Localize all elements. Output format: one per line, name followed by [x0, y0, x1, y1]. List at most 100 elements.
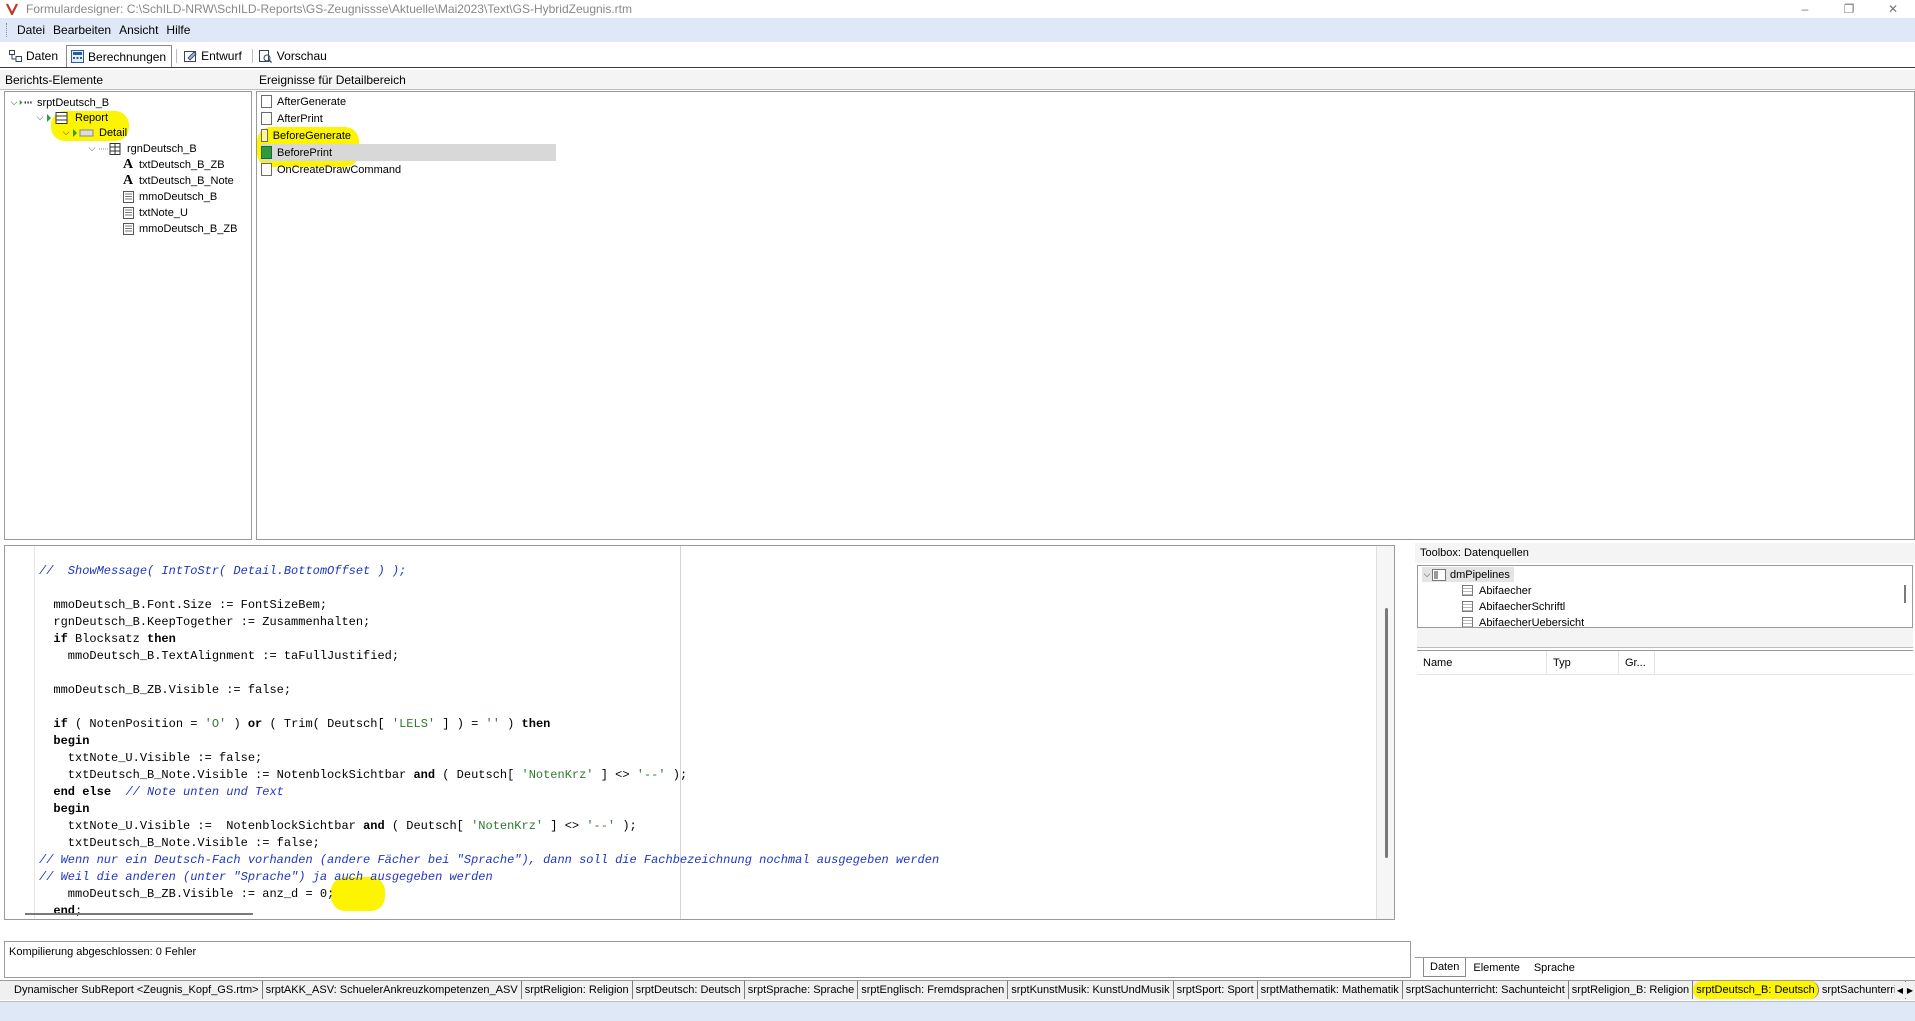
code-line: mmoDeutsch_B.Font.Size := FontSizeBem; [39, 598, 328, 612]
datasource-root[interactable]: ⌵ dmPipelines [1422, 567, 1514, 582]
column-header-name[interactable]: Name [1417, 651, 1547, 675]
event-label: BeforeGenerate [272, 129, 351, 142]
datasource-item-label: AbifaecherSchriftl [1479, 600, 1566, 613]
menu-ansicht[interactable]: Ansicht [115, 18, 162, 42]
chevron-down-icon[interactable]: ⌵ [1422, 569, 1432, 580]
datasource-item-label: AbifaecherUebersicht [1479, 616, 1585, 628]
tree-item-txtDeutsch_B_Note[interactable]: A txtDeutsch_B_Note [121, 173, 234, 188]
code-line: begin [53, 802, 90, 816]
column-header-groesse[interactable]: Gr... [1619, 651, 1655, 675]
datasource-item[interactable]: AbifaecherUebersicht [1462, 615, 1585, 628]
table-icon [1462, 601, 1473, 612]
subreport-tab[interactable]: Dynamischer SubReport <Zeugnis_Kopf_GS.r… [0, 981, 263, 999]
tab-separator [176, 49, 178, 63]
toolbox-tab-sprache[interactable]: Sprache [1527, 958, 1582, 978]
minimize-button[interactable]: – [1783, 0, 1827, 18]
events-panel-header: Ereignisse für Detailbereich [254, 70, 1915, 90]
code-horizontal-scrollbar[interactable] [25, 911, 1375, 917]
subreport-tab[interactable]: srptReligion_B: Religion [1569, 981, 1694, 999]
scrollbar-thumb[interactable] [1385, 608, 1388, 858]
subreport-tab[interactable]: srptSport: Sport [1174, 981, 1258, 999]
event-label: BeforePrint [277, 146, 333, 159]
region-icon [97, 142, 123, 155]
tab-entwurf-label: Entwurf [201, 49, 242, 63]
tree-item-label: mmoDeutsch_B [139, 190, 218, 203]
chevron-down-icon[interactable]: ⌵ [87, 143, 97, 154]
tree-item-detail[interactable]: ⌵ Detail [61, 125, 128, 140]
subreport-tab-active[interactable]: srptDeutsch_B: Deutsch [1693, 981, 1819, 999]
report-elements-tree: ⌵ srptDeutsch_B ⌵ Report ⌵ Detail ⌵ rgnD… [4, 91, 252, 540]
toolbox-tab-daten[interactable]: Daten [1423, 958, 1467, 977]
maximize-button[interactable]: ❐ [1827, 0, 1871, 18]
scrollbar-thumb[interactable] [1904, 585, 1906, 603]
event-item-beforeprint[interactable]: BeforePrint [261, 144, 556, 161]
scrollbar-thumb[interactable] [25, 913, 253, 915]
menu-bar: Datei Bearbeiten Ansicht Hilfe [0, 18, 1915, 42]
editor-gutter [5, 546, 35, 919]
tree-panel-header: Berichts-Elemente [0, 70, 254, 90]
event-item-beforegenerate[interactable]: BeforeGenerate [261, 127, 351, 144]
subreport-tab[interactable]: srptEnglisch: Fremdsprachen [858, 981, 1009, 999]
subreport-tab[interactable]: srptMathematik: Mathematik [1258, 981, 1403, 999]
data-icon [8, 49, 22, 63]
tab-vorschau[interactable]: Vorschau [255, 45, 333, 67]
status-bar [0, 1001, 1915, 1021]
toolbox-splitter[interactable] [1417, 628, 1913, 648]
code-line: txtDeutsch_B_Note.Visible := false; [39, 836, 320, 850]
event-doc-icon [261, 112, 272, 125]
toolbox-tabs: Daten Elemente Sprache [1415, 957, 1915, 979]
datasource-tree: ⌵ dmPipelines Abifaecher AbifaecherSchri… [1417, 565, 1913, 628]
toolbox-tab-elemente[interactable]: Elemente [1466, 958, 1526, 978]
event-doc-icon [261, 95, 272, 108]
tree-item-srptDeutsch_B[interactable]: ⌵ srptDeutsch_B [9, 95, 110, 110]
close-button[interactable]: ✕ [1871, 0, 1915, 18]
tab-berechnungen[interactable]: Berechnungen [66, 45, 173, 67]
event-item-aftergenerate[interactable]: AfterGenerate [261, 93, 556, 110]
tree-item-label: txtNote_U [139, 206, 188, 219]
event-item-afterprint[interactable]: AfterPrint [261, 110, 556, 127]
band-icon [71, 126, 95, 139]
chevron-down-icon[interactable]: ⌵ [35, 112, 45, 123]
memo-icon [121, 206, 135, 219]
datasource-item[interactable]: AbifaecherSchriftl [1462, 599, 1565, 614]
tree-item-report[interactable]: ⌵ Report [35, 110, 108, 125]
title-bar: Formulardesigner: C:\SchILD-NRW\SchILD-R… [0, 0, 1915, 18]
menu-datei[interactable]: Datei [13, 18, 49, 42]
code-line: // Wenn nur ein Deutsch-Fach vorhanden (… [39, 853, 940, 867]
tree-item-txtDeutsch_B_ZB[interactable]: A txtDeutsch_B_ZB [121, 157, 225, 172]
event-doc-icon [261, 163, 272, 176]
code-line: if Blocksatz then [53, 632, 176, 646]
design-icon [183, 49, 197, 63]
main-tab-bar: Daten Berechnungen Entwurf Vorschau [0, 44, 1915, 68]
subreport-tab[interactable]: srptSprache: Sprache [745, 981, 859, 999]
code-line: txtNote_U.Visible := false; [39, 751, 263, 765]
event-label: OnCreateDrawCommand [277, 163, 402, 176]
chevron-down-icon[interactable]: ⌵ [61, 127, 71, 138]
code-line: // ShowMessage( IntToStr( Detail.BottomO… [39, 564, 407, 578]
memo-icon [121, 222, 135, 235]
column-header-typ[interactable]: Typ [1547, 651, 1619, 675]
datasource-item[interactable]: Abifaecher [1462, 583, 1532, 598]
menu-bearbeiten[interactable]: Bearbeiten [49, 18, 115, 42]
subreport-tab[interactable]: srptKunstMusik: KunstUndMusik [1008, 981, 1174, 999]
tab-entwurf[interactable]: Entwurf [179, 45, 248, 67]
subreport-tab[interactable]: srptSachunterric [1819, 981, 1906, 999]
subreport-tab[interactable]: srptDeutsch: Deutsch [633, 981, 745, 999]
subreport-tab[interactable]: srptAKK_ASV: SchuelerAnkreuzkompetenzen_… [263, 981, 522, 999]
subreport-tab[interactable]: srptSachunterricht: Sachunteicht [1403, 981, 1569, 999]
events-list: AfterGenerate AfterPrint BeforeGenerate … [256, 91, 1915, 540]
tree-item-label: txtDeutsch_B_ZB [139, 158, 225, 171]
code-editor[interactable]: // ShowMessage( IntToStr( Detail.BottomO… [4, 545, 1395, 920]
tab-daten[interactable]: Daten [4, 45, 64, 67]
event-item-oncreatedrawcommand[interactable]: OnCreateDrawCommand [261, 161, 556, 178]
tree-item-mmoDeutsch_B[interactable]: mmoDeutsch_B [121, 189, 217, 204]
subreport-tab[interactable]: srptReligion: Religion [522, 981, 633, 999]
tree-item-mmoDeutsch_B_ZB[interactable]: mmoDeutsch_B_ZB [121, 221, 237, 236]
tree-item-rgnDeutsch_B[interactable]: ⌵ rgnDeutsch_B [87, 141, 197, 156]
tree-item-txtNote_U[interactable]: txtNote_U [121, 205, 188, 220]
scroll-right-icon[interactable]: ▶ [1905, 982, 1915, 998]
code-vertical-scrollbar[interactable] [1376, 546, 1394, 919]
menu-hilfe[interactable]: Hilfe [162, 18, 194, 42]
chevron-down-icon[interactable]: ⌵ [9, 97, 19, 108]
scroll-left-icon[interactable]: ◀ [1895, 982, 1905, 998]
